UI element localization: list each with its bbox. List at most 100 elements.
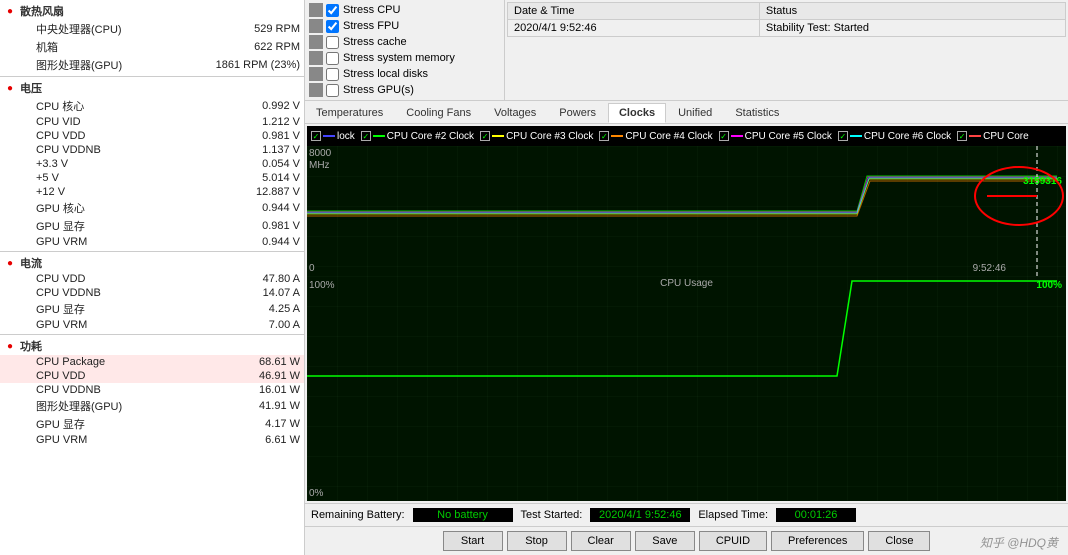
- start-button[interactable]: Start: [443, 531, 503, 551]
- v5-item: +5 V 5.014 V: [0, 171, 304, 185]
- tab-unified[interactable]: Unified: [667, 103, 723, 123]
- case-fan-item: 机箱 622 RPM: [0, 38, 304, 56]
- legend-color-core-extra: [969, 135, 981, 137]
- cpu-usage-chart: CPU Usage 100% 0% 100%: [307, 276, 1066, 501]
- status-table-container: Date & Time Status 2020/4/1 9:52:46 Stab…: [505, 0, 1068, 100]
- stress-disks-label: Stress local disks: [343, 68, 428, 80]
- status-datetime-cell: 2020/4/1 9:52:46: [508, 20, 760, 37]
- stop-button[interactable]: Stop: [507, 531, 567, 551]
- legend-item-core3: ✓ CPU Core #3 Clock: [480, 131, 593, 142]
- clear-button[interactable]: Clear: [571, 531, 631, 551]
- stress-cache-item[interactable]: Stress cache: [309, 34, 500, 50]
- legend-label-core6: CPU Core #6 Clock: [864, 131, 951, 142]
- power-icon: ●: [4, 340, 16, 352]
- power-label: 功耗: [20, 338, 42, 354]
- case-fan-label: 机箱: [36, 39, 220, 55]
- status-table-row: 2020/4/1 9:52:46 Stability Test: Started: [508, 20, 1066, 37]
- stress-memory-checkbox[interactable]: [326, 52, 339, 65]
- power-section-header: ● 功耗: [0, 337, 304, 355]
- legend-label-core4: CPU Core #4 Clock: [625, 131, 712, 142]
- stress-disks-checkbox[interactable]: [326, 68, 339, 81]
- gpu-vrm-v-item: GPU VRM 0.944 V: [0, 235, 304, 249]
- tab-powers[interactable]: Powers: [548, 103, 607, 123]
- cpu-package-item: CPU Package 68.61 W: [0, 355, 304, 369]
- stress-cache-checkbox[interactable]: [326, 36, 339, 49]
- cpuid-button[interactable]: CPUID: [699, 531, 767, 551]
- gpu-fan-item: 图形处理器(GPU) 1861 RPM (23%): [0, 56, 304, 74]
- tab-statistics[interactable]: Statistics: [724, 103, 790, 123]
- fans-icon: ●: [4, 5, 16, 17]
- voltage-section-header: ● 电压: [0, 79, 304, 97]
- legend-label-lock: lock: [337, 131, 355, 142]
- cpu-usage-title: CPU Usage: [660, 278, 713, 289]
- battery-label: Remaining Battery:: [311, 509, 405, 521]
- top-right-area: Stress CPU Stress FPU Stress cache Stres…: [305, 0, 1068, 101]
- fans-section-header: ● 散热风扇: [0, 2, 304, 20]
- preferences-button[interactable]: Preferences: [771, 531, 864, 551]
- save-button[interactable]: Save: [635, 531, 695, 551]
- cpu-vdd-a-item: CPU VDD 47.80 A: [0, 272, 304, 286]
- clock-value-right: 3159316: [1023, 176, 1062, 187]
- stress-panel: Stress CPU Stress FPU Stress cache Stres…: [305, 0, 505, 100]
- gpu-w-item: 图形处理器(GPU) 41.91 W: [0, 397, 304, 415]
- battery-value: No battery: [413, 508, 513, 522]
- status-table-header-datetime: Date & Time: [508, 3, 760, 20]
- current-icon: ●: [4, 257, 16, 269]
- left-panel: ● 散热风扇 中央处理器(CPU) 529 RPM 机箱 622 RPM 图形处…: [0, 0, 305, 555]
- legend-item-core2: ✓ CPU Core #2 Clock: [361, 131, 474, 142]
- tab-voltages[interactable]: Voltages: [483, 103, 547, 123]
- gpu-fan-value: 1861 RPM (23%): [216, 59, 300, 71]
- test-started-label: Test Started:: [521, 509, 583, 521]
- clock-y-unit: MHz: [309, 160, 330, 171]
- v33-item: +3.3 V 0.054 V: [0, 157, 304, 171]
- cpu-fan-item: 中央处理器(CPU) 529 RPM: [0, 20, 304, 38]
- test-started-value: 2020/4/1 9:52:46: [590, 508, 690, 522]
- stress-disks-item[interactable]: Stress local disks: [309, 66, 500, 82]
- cpu-vdd-w-item: CPU VDD 46.91 W: [0, 369, 304, 383]
- stress-cpu-checkbox[interactable]: [326, 4, 339, 17]
- stress-gpu-checkbox[interactable]: [326, 84, 339, 97]
- tab-temperatures[interactable]: Temperatures: [305, 103, 394, 123]
- stress-fpu-label: Stress FPU: [343, 20, 399, 32]
- cpu-vid-item: CPU VID 1.212 V: [0, 115, 304, 129]
- stress-gpu-label: Stress GPU(s): [343, 84, 414, 96]
- stress-gpu-item[interactable]: Stress GPU(s): [309, 82, 500, 98]
- stress-fpu-item[interactable]: Stress FPU: [309, 18, 500, 34]
- status-table-header-status: Status: [759, 3, 1065, 20]
- cpu-vdd-item: CPU VDD 0.981 V: [0, 129, 304, 143]
- status-table: Date & Time Status 2020/4/1 9:52:46 Stab…: [507, 2, 1066, 37]
- cpu-vddnb-item: CPU VDDNB 1.137 V: [0, 143, 304, 157]
- case-fan-value: 622 RPM: [220, 41, 300, 53]
- clock-y-max: 8000: [309, 148, 331, 159]
- voltage-label: 电压: [20, 80, 42, 96]
- legend-item-core5: ✓ CPU Core #5 Clock: [719, 131, 832, 142]
- status-status-cell: Stability Test: Started: [759, 20, 1065, 37]
- cpu-usage-chart-svg: [307, 276, 1066, 501]
- gpu-fan-label: 图形处理器(GPU): [36, 57, 216, 73]
- stress-fpu-checkbox[interactable]: [326, 20, 339, 33]
- tab-clocks[interactable]: Clocks: [608, 103, 666, 123]
- legend-item-lock: ✓ lock: [311, 131, 355, 142]
- stress-memory-label: Stress system memory: [343, 52, 455, 64]
- legend-color-core2: [373, 135, 385, 137]
- fans-label: 散热风扇: [20, 3, 64, 19]
- gpu-mem-a-item: GPU 显存 4.25 A: [0, 300, 304, 318]
- cpu-usage-value-right: 100%: [1036, 280, 1062, 291]
- clock-y-zero: 0: [309, 263, 315, 274]
- gpu-mem-v-item: GPU 显存 0.981 V: [0, 217, 304, 235]
- stress-cpu-item[interactable]: Stress CPU: [309, 2, 500, 18]
- cpu-fan-label: 中央处理器(CPU): [36, 21, 220, 37]
- legend-color-core5: [731, 135, 743, 137]
- close-button[interactable]: Close: [868, 531, 930, 551]
- stress-memory-item[interactable]: Stress system memory: [309, 50, 500, 66]
- gpu-mem-w-item: GPU 显存 4.17 W: [0, 415, 304, 433]
- legend-label-core3: CPU Core #3 Clock: [506, 131, 593, 142]
- cpu-core-v-item: CPU 核心 0.992 V: [0, 97, 304, 115]
- stress-disks-icon: [309, 67, 323, 81]
- tab-cooling-fans[interactable]: Cooling Fans: [395, 103, 482, 123]
- action-buttons-bar: Start Stop Clear Save CPUID Preferences …: [305, 526, 1068, 555]
- current-section-header: ● 电流: [0, 254, 304, 272]
- gpu-vrm-w-item: GPU VRM 6.61 W: [0, 433, 304, 447]
- cpu-fan-value: 529 RPM: [220, 23, 300, 35]
- stress-cpu-icon: [309, 3, 323, 17]
